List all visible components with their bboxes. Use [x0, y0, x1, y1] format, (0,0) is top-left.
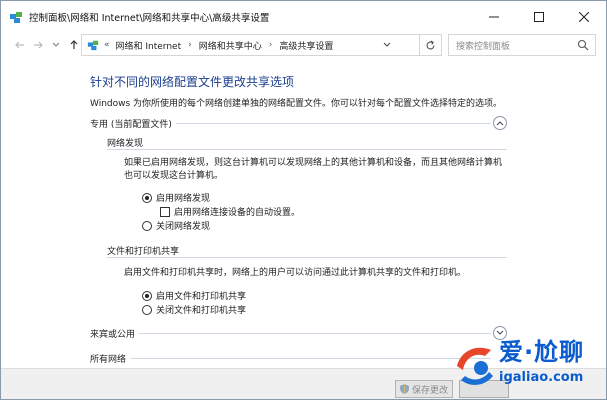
radio-button[interactable]: [142, 220, 152, 231]
section-divider: [139, 333, 491, 334]
radio-button[interactable]: [142, 192, 152, 203]
radio-label: 启用文件和打印机共享: [156, 292, 247, 302]
uac-shield-icon: [400, 384, 409, 394]
section-guest-public-label[interactable]: 来宾或公用: [90, 327, 135, 340]
network-icon: [9, 10, 23, 24]
watermark-url: igaliao.com: [499, 370, 584, 385]
page-subtitle: Windows 为你所使用的每个网络创建单独的网络配置文件。你可以针对每个配置文…: [90, 99, 503, 109]
file-printer-sharing-description: 启用文件和打印机共享时，网络上的用户可以访问通过此计算机共享的文件和打印机。: [124, 268, 467, 278]
search-placeholder: 搜索控制面板: [456, 41, 511, 52]
breadcrumb-network-internet[interactable]: 网络和 Internet: [116, 39, 182, 52]
close-button[interactable]: [561, 1, 606, 32]
save-changes-label: 保存更改: [411, 385, 448, 396]
address-network-icon: [87, 39, 99, 51]
network-discovery-label: 网络发现: [107, 139, 144, 149]
arrow-right-icon: [34, 41, 43, 49]
watermark-logo: 爱·尬聊 igaliao.com: [451, 326, 606, 399]
search-icon: [577, 39, 589, 51]
section-divider: [176, 123, 491, 124]
chevron-down-icon: [383, 42, 391, 47]
close-icon: [578, 11, 589, 22]
address-overflow[interactable]: «: [104, 40, 110, 50]
arrow-up-icon: [70, 40, 78, 49]
radio-button[interactable]: [142, 304, 152, 315]
minimize-button[interactable]: [471, 1, 516, 32]
recent-locations-button[interactable]: [47, 35, 65, 55]
back-button[interactable]: [11, 35, 29, 55]
subsection-divider: [107, 257, 507, 258]
chevron-down-icon: [52, 42, 60, 47]
watermark-brand: 爱·尬聊: [499, 338, 585, 366]
radio-label: 关闭文件和打印机共享: [156, 306, 247, 316]
radio-label: 关闭网络发现: [156, 222, 211, 232]
breadcrumb-network-sharing-center[interactable]: 网络和共享中心: [199, 39, 262, 52]
address-bar[interactable]: « 网络和 Internet › 网络和共享中心 › 高级共享设置: [81, 34, 420, 56]
checkbox-auto-setup[interactable]: 启用网络连接设备的自动设置。: [160, 205, 300, 218]
radio-button[interactable]: [142, 290, 152, 301]
refresh-button[interactable]: [420, 34, 442, 56]
address-history-button[interactable]: [379, 35, 395, 55]
minimize-icon: [488, 16, 499, 17]
maximize-button[interactable]: [516, 1, 561, 32]
navigation-bar: « 网络和 Internet › 网络和共享中心 › 高级共享设置 搜索控制面板: [1, 32, 606, 58]
network-discovery-description: 如果已启用网络发现，则这台计算机可以发现网络上的其他计算机和设备，而且其他网络计…: [124, 158, 503, 181]
section-all-networks-label[interactable]: 所有网络: [90, 352, 126, 365]
radio-disable-network-discovery[interactable]: 关闭网络发现: [142, 219, 210, 232]
breadcrumb-separator: ›: [188, 40, 192, 50]
radio-disable-file-printer-sharing[interactable]: 关闭文件和打印机共享: [142, 303, 246, 316]
title-bar[interactable]: 控制面板\网络和 Internet\网络和共享中心\高级共享设置: [1, 1, 606, 32]
maximize-icon: [533, 11, 544, 22]
mascot-logo-icon: [457, 347, 493, 385]
checkbox[interactable]: [160, 206, 170, 217]
radio-label: 启用网络发现: [156, 194, 211, 204]
arrow-left-icon: [15, 41, 24, 49]
search-input[interactable]: 搜索控制面板: [448, 34, 596, 56]
breadcrumb-advanced-sharing[interactable]: 高级共享设置: [279, 39, 333, 52]
forward-button[interactable]: [29, 35, 47, 55]
advanced-sharing-window: 控制面板\网络和 Internet\网络和共享中心\高级共享设置 « 网络和 I…: [0, 0, 607, 400]
file-printer-sharing-label: 文件和打印机共享: [107, 247, 180, 257]
window-title: 控制面板\网络和 Internet\网络和共享中心\高级共享设置: [29, 12, 270, 24]
subsection-divider: [107, 149, 507, 150]
chevron-up-icon: [496, 121, 504, 126]
breadcrumb-separator: ›: [268, 40, 273, 50]
checkbox-label: 启用网络连接设备的自动设置。: [174, 208, 301, 218]
section-private-label[interactable]: 专用 (当前配置文件): [90, 117, 172, 130]
page-title: 针对不同的网络配置文件更改共享选项: [90, 75, 295, 89]
collapse-private-button[interactable]: [493, 116, 507, 130]
section-divider: [131, 358, 491, 359]
save-changes-button[interactable]: 保存更改: [395, 380, 453, 398]
radio-enable-network-discovery[interactable]: 启用网络发现: [142, 191, 210, 204]
radio-enable-file-printer-sharing[interactable]: 启用文件和打印机共享: [142, 289, 246, 302]
refresh-icon: [426, 40, 435, 49]
